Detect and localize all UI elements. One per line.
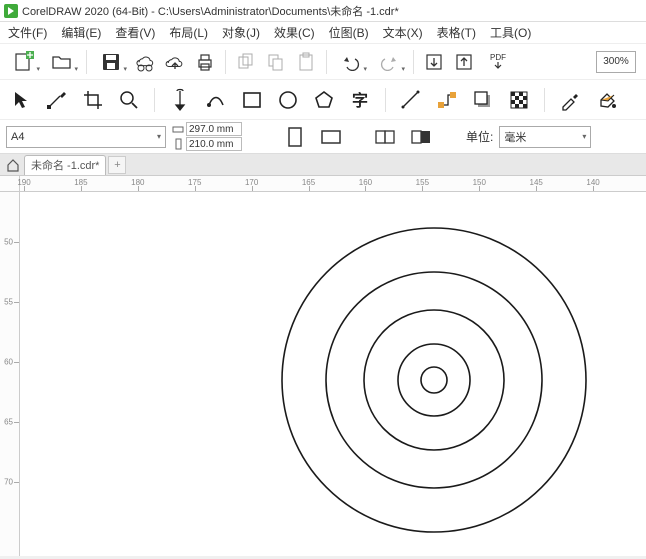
separator bbox=[154, 88, 155, 112]
width-icon bbox=[172, 123, 184, 135]
open-button[interactable]: ▾ bbox=[44, 48, 80, 76]
cut-button[interactable] bbox=[232, 48, 260, 76]
document-tab[interactable]: 未命名 -1.cdr* bbox=[24, 155, 106, 175]
eyedropper-tool[interactable] bbox=[555, 85, 585, 115]
export-button[interactable] bbox=[450, 48, 478, 76]
separator bbox=[544, 88, 545, 112]
rectangle-tool[interactable] bbox=[237, 85, 267, 115]
paper-size-combo[interactable]: A4▾ bbox=[6, 126, 166, 148]
separator bbox=[385, 88, 386, 112]
page-dimensions: 297.0 mm 210.0 mm bbox=[172, 122, 242, 151]
import-button[interactable] bbox=[420, 48, 448, 76]
landscape-button[interactable] bbox=[316, 122, 346, 152]
polygon-tool[interactable] bbox=[309, 85, 339, 115]
work-area: 19018518017517016516015515014514013 5055… bbox=[0, 176, 646, 556]
portrait-button[interactable] bbox=[280, 122, 310, 152]
paste-button[interactable] bbox=[292, 48, 320, 76]
pdf-label: PDF bbox=[490, 54, 506, 62]
separator bbox=[225, 50, 226, 74]
svg-text:字: 字 bbox=[352, 91, 368, 110]
menu-edit[interactable]: 编辑(E) bbox=[61, 24, 101, 41]
property-bar: A4▾ 297.0 mm 210.0 mm 单位: 毫米▾ bbox=[0, 120, 646, 154]
current-page-button[interactable] bbox=[406, 122, 436, 152]
separator bbox=[413, 50, 414, 74]
freehand-tool[interactable] bbox=[165, 85, 195, 115]
redo-button[interactable]: ▾ bbox=[371, 48, 407, 76]
drop-shadow-tool[interactable] bbox=[468, 85, 498, 115]
menu-effects[interactable]: 效果(C) bbox=[274, 24, 315, 41]
all-pages-button[interactable] bbox=[370, 122, 400, 152]
ellipse-tool[interactable] bbox=[273, 85, 303, 115]
welcome-tab[interactable] bbox=[4, 156, 22, 174]
fill-tool[interactable] bbox=[591, 85, 621, 115]
page-width-input[interactable]: 297.0 mm bbox=[186, 122, 242, 136]
units-value: 毫米 bbox=[504, 129, 526, 145]
units-combo[interactable]: 毫米▾ bbox=[499, 126, 591, 148]
window-title: CorelDRAW 2020 (64-Bit) - C:\Users\Admin… bbox=[22, 3, 399, 19]
menu-layout[interactable]: 布局(L) bbox=[169, 24, 208, 41]
vertical-ruler[interactable]: 5055606570 bbox=[0, 192, 20, 556]
document-tab-bar: 未命名 -1.cdr* + bbox=[0, 154, 646, 176]
standard-toolbar: ▾ ▾ ▾ ▾ ▾ PDF 300% bbox=[0, 44, 646, 80]
horizontal-ruler[interactable]: 19018518017517016516015515014514013 bbox=[20, 176, 646, 192]
connector-tool[interactable] bbox=[432, 85, 462, 115]
separator bbox=[86, 50, 87, 74]
menu-view[interactable]: 查看(V) bbox=[115, 24, 155, 41]
crop-tool[interactable] bbox=[78, 85, 108, 115]
menu-object[interactable]: 对象(J) bbox=[222, 24, 260, 41]
zoom-level[interactable]: 300% bbox=[596, 51, 636, 73]
save-button[interactable]: ▾ bbox=[93, 48, 129, 76]
transparency-tool[interactable] bbox=[504, 85, 534, 115]
page-height-input[interactable]: 210.0 mm bbox=[186, 137, 242, 151]
height-icon bbox=[172, 138, 184, 150]
cloud-link-button[interactable] bbox=[131, 48, 159, 76]
cloud-upload-button[interactable] bbox=[161, 48, 189, 76]
shape-tool[interactable] bbox=[42, 85, 72, 115]
zoom-tool[interactable] bbox=[114, 85, 144, 115]
add-tab-button[interactable]: + bbox=[108, 156, 126, 174]
menu-bar: 文件(F) 编辑(E) 查看(V) 布局(L) 对象(J) 效果(C) 位图(B… bbox=[0, 22, 646, 44]
canvas-svg bbox=[20, 192, 646, 556]
undo-button[interactable]: ▾ bbox=[333, 48, 369, 76]
menu-tools[interactable]: 工具(O) bbox=[490, 24, 531, 41]
menu-bitmaps[interactable]: 位图(B) bbox=[329, 24, 369, 41]
dimension-tool[interactable] bbox=[396, 85, 426, 115]
print-button[interactable] bbox=[191, 48, 219, 76]
text-tool[interactable]: 字 bbox=[345, 85, 375, 115]
pick-tool[interactable] bbox=[6, 85, 36, 115]
app-icon bbox=[4, 4, 18, 18]
menu-file[interactable]: 文件(F) bbox=[8, 24, 47, 41]
copy-button[interactable] bbox=[262, 48, 290, 76]
menu-text[interactable]: 文本(X) bbox=[383, 24, 423, 41]
menu-table[interactable]: 表格(T) bbox=[437, 24, 476, 41]
publish-pdf-button[interactable]: PDF bbox=[480, 48, 516, 76]
doc-tab-label: 未命名 -1.cdr* bbox=[31, 157, 99, 173]
toolbox: 字 bbox=[0, 80, 646, 120]
artistic-media-tool[interactable] bbox=[201, 85, 231, 115]
new-button[interactable]: ▾ bbox=[6, 48, 42, 76]
drawing-canvas[interactable] bbox=[20, 192, 646, 556]
separator bbox=[326, 50, 327, 74]
title-bar: CorelDRAW 2020 (64-Bit) - C:\Users\Admin… bbox=[0, 0, 646, 22]
paper-size-value: A4 bbox=[11, 131, 24, 143]
units-label: 单位: bbox=[466, 128, 493, 145]
